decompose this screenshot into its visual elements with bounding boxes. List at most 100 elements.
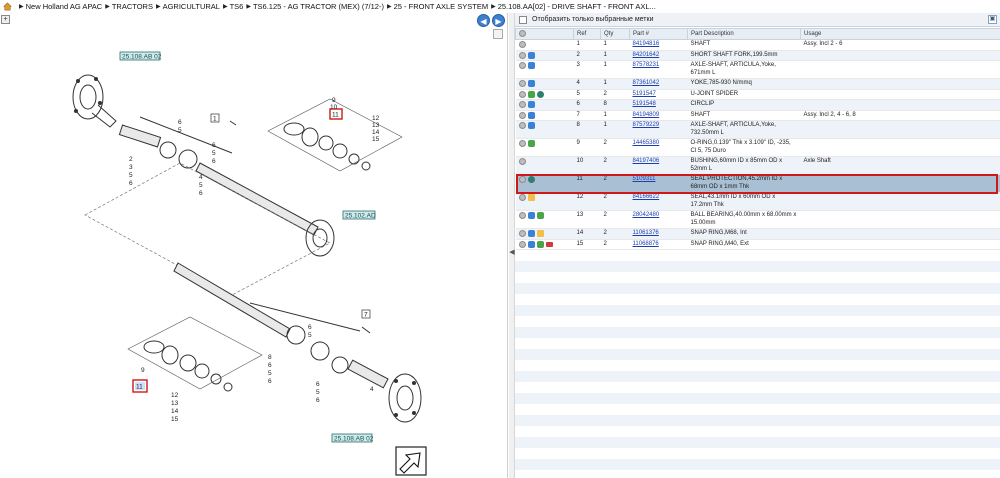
cell-part[interactable]: 5109311 xyxy=(629,174,688,193)
table-row[interactable]: 1 1 84194816 SHAFT Assy. Incl 2 - 6 xyxy=(515,39,1000,51)
cell-part[interactable]: 84194809 xyxy=(629,110,688,121)
header-usage[interactable]: Usage xyxy=(800,28,1000,40)
highlight-bottom-text[interactable]: 11 xyxy=(136,384,143,391)
arrow-icon[interactable] xyxy=(527,230,535,237)
crumb-3[interactable]: AGRICULTURAL xyxy=(163,2,220,11)
arrow-icon[interactable] xyxy=(527,240,535,248)
info-icon[interactable] xyxy=(519,29,526,37)
info-icon[interactable] xyxy=(518,122,526,129)
cell-part[interactable]: 87361042 xyxy=(629,78,688,90)
cell-part[interactable]: 5191547 xyxy=(629,89,688,100)
callout-group-7-text[interactable]: 7 xyxy=(364,312,368,319)
part-number-link[interactable]: 14465380 xyxy=(633,140,660,146)
ref-label-middle-text[interactable]: 25.102.AD xyxy=(345,213,376,220)
green-icon[interactable] xyxy=(527,140,535,147)
arrow-icon[interactable] xyxy=(527,51,535,59)
green-icon[interactable] xyxy=(536,212,544,219)
table-row[interactable]: 5 2 5191547 U-JOINT SPIDER xyxy=(515,89,1000,100)
table-row[interactable]: 8 1 87579229 AXLE-SHAFT, ARTICULA,Yoke, 732… xyxy=(515,120,1000,139)
table-row[interactable]: 9 2 14465380 O-RING,0.139" Thk x 3.109" ID,… xyxy=(515,138,1000,157)
arrow-icon[interactable] xyxy=(527,122,535,129)
arrow-icon[interactable] xyxy=(527,101,535,108)
show-selected-checkbox[interactable] xyxy=(519,15,527,24)
gear-icon[interactable] xyxy=(536,90,544,98)
info-icon[interactable] xyxy=(518,212,526,219)
arrow-icon[interactable] xyxy=(527,212,535,219)
header-part[interactable]: Part # xyxy=(629,28,688,40)
part-number-link[interactable]: 5191548 xyxy=(633,101,656,107)
part-number-link[interactable]: 11068876 xyxy=(633,241,659,247)
header-ref[interactable]: Ref xyxy=(573,28,601,40)
cell-part[interactable]: 14465380 xyxy=(629,138,688,157)
cell-part[interactable]: 5191548 xyxy=(629,99,688,111)
gear-icon[interactable] xyxy=(527,176,535,183)
info-icon[interactable] xyxy=(518,62,526,69)
part-number-link[interactable]: 11061376 xyxy=(633,230,659,236)
part-number-link[interactable]: 87361042 xyxy=(633,80,660,86)
part-number-link[interactable]: 87578231 xyxy=(633,62,660,68)
info-icon[interactable] xyxy=(518,158,526,165)
header-desc[interactable]: Part Description xyxy=(687,28,801,40)
box-icon[interactable] xyxy=(527,194,535,201)
arrow-icon[interactable] xyxy=(527,80,535,87)
part-number-link[interactable]: 5109311 xyxy=(633,176,656,182)
part-number-link[interactable]: 84194809 xyxy=(633,112,660,118)
crumb-4[interactable]: TS6 xyxy=(230,2,244,11)
cell-part[interactable]: 11061376 xyxy=(629,228,688,240)
table-row[interactable]: 15 2 11068876 SNAP RING,M40, Ext xyxy=(515,239,1000,250)
ref-label-bottom-text[interactable]: 25.108.AB 02 xyxy=(334,436,374,443)
table-row[interactable]: 2 1 84201642 SHORT SHAFT FORK,199.5mm xyxy=(515,50,1000,61)
show-selected-label[interactable]: Отобразить только выбранные метки xyxy=(532,16,653,23)
table-row[interactable]: 12 2 84166622 SEAL,43.1mm ID x 60mm OD x 17… xyxy=(515,192,1000,211)
header-qty[interactable]: Qty xyxy=(600,28,630,40)
cell-part[interactable]: 11068876 xyxy=(629,239,688,250)
info-icon[interactable] xyxy=(518,101,526,108)
goto-arrow-icon[interactable] xyxy=(395,446,427,476)
table-row[interactable]: 14 2 11061376 SNAP RING,M68, Int xyxy=(515,228,1000,240)
info-icon[interactable] xyxy=(518,176,526,183)
cell-part[interactable]: 87578231 xyxy=(629,60,688,79)
info-icon[interactable] xyxy=(518,80,526,87)
cell-part[interactable]: 84194816 xyxy=(629,39,688,51)
arrow-icon[interactable] xyxy=(527,111,535,119)
info-icon[interactable] xyxy=(518,240,526,248)
table-row[interactable]: 7 1 84194809 SHAFT Assy. Incl 2, 4 - 6, 8 xyxy=(515,110,1000,121)
info-icon[interactable] xyxy=(518,51,526,59)
info-icon[interactable] xyxy=(518,230,526,237)
info-icon[interactable] xyxy=(518,111,526,119)
cell-part[interactable]: 28042480 xyxy=(629,210,688,229)
part-number-link[interactable]: 84201642 xyxy=(633,52,660,58)
box-icon[interactable] xyxy=(536,230,544,237)
home-icon[interactable] xyxy=(3,2,12,11)
expand-icon[interactable]: ▣ xyxy=(988,15,997,24)
ref-label-top-left-text[interactable]: 25.108.AB 02 xyxy=(122,54,162,61)
table-row[interactable]: 13 2 28042480 BALL BEARING,40.00mm x 68.00m… xyxy=(515,210,1000,229)
arrow-icon[interactable] xyxy=(527,62,535,69)
part-number-link[interactable]: 28042480 xyxy=(633,212,660,218)
table-row[interactable]: 6 8 5191548 CIRCLIP xyxy=(515,99,1000,111)
crumb-6[interactable]: 25 - FRONT AXLE SYSTEM xyxy=(394,2,488,11)
part-number-link[interactable]: 87579229 xyxy=(633,122,660,128)
part-number-link[interactable]: 84194816 xyxy=(633,41,660,47)
info-icon[interactable] xyxy=(518,41,526,48)
callout-group-1-text[interactable]: 1 xyxy=(213,116,217,123)
info-icon[interactable] xyxy=(518,90,526,98)
crumb-5[interactable]: TS6.125 - AG TRACTOR (MEX) (7/12-) xyxy=(253,2,384,11)
part-number-link[interactable]: 84197406 xyxy=(633,158,660,164)
table-row[interactable]: 11 2 5109311 SEAL PROTECTION,45.2mm ID x 68… xyxy=(515,174,1000,193)
crumb-2[interactable]: TRACTORS xyxy=(112,2,153,11)
crumb-1[interactable]: New Holland AG APAC xyxy=(26,2,103,11)
info-icon[interactable] xyxy=(518,194,526,201)
red-icon[interactable] xyxy=(545,241,553,247)
cell-part[interactable]: 87579229 xyxy=(629,120,688,139)
table-row[interactable]: 4 1 87361042 YOKE,785-930 N/mmq xyxy=(515,78,1000,90)
table-row[interactable]: 10 2 84197406 BUSHING,60mm ID x 85mm OD x 5… xyxy=(515,156,1000,175)
table-row[interactable]: 3 1 87578231 AXLE-SHAFT, ARTICULA,Yoke, 671… xyxy=(515,60,1000,79)
cell-part[interactable]: 84197406 xyxy=(629,156,688,175)
green-icon[interactable] xyxy=(536,240,544,248)
cell-part[interactable]: 84166622 xyxy=(629,192,688,211)
part-number-link[interactable]: 5191547 xyxy=(633,91,656,97)
part-number-link[interactable]: 84166622 xyxy=(633,194,660,200)
highlight-top-text[interactable]: 11 xyxy=(332,112,339,119)
cell-part[interactable]: 84201642 xyxy=(629,50,688,61)
